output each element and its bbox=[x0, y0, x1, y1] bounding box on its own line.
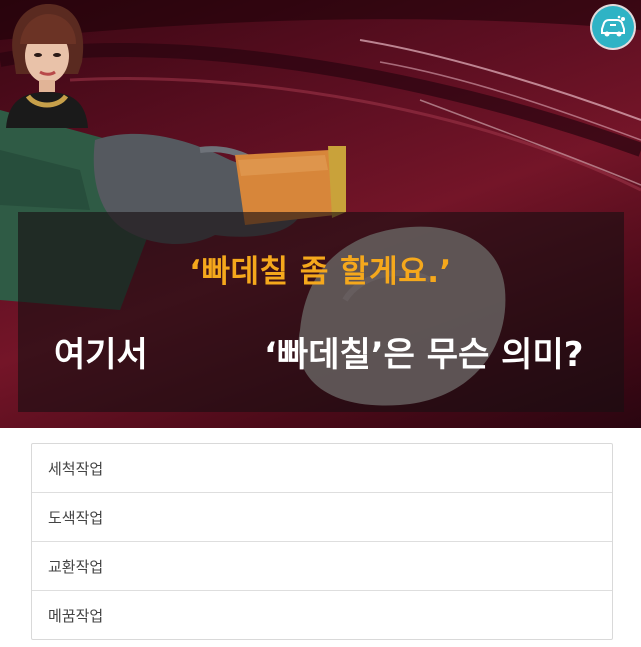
quiz-card: ‘빠데칠 좀 할게요.’ 여기서 ‘빠데칠’은 무슨 의미? 세척작업 도색작업… bbox=[0, 0, 641, 647]
answer-options: 세척작업 도색작업 교환작업 메꿈작업 bbox=[31, 443, 613, 640]
quiz-question-left: 여기서 bbox=[54, 335, 148, 375]
quiz-quote: ‘빠데칠 좀 할게요.’ bbox=[189, 254, 452, 290]
caption-band bbox=[18, 212, 624, 412]
answer-option-label: 세척작업 bbox=[48, 459, 104, 478]
quiz-question-right: ‘빠데칠’은 무슨 의미? bbox=[264, 335, 584, 375]
answer-option-label: 도색작업 bbox=[48, 508, 104, 527]
answer-option-2[interactable]: 도색작업 bbox=[32, 492, 612, 541]
answer-option-label: 교환작업 bbox=[48, 557, 104, 576]
answer-option-label: 메꿈작업 bbox=[48, 606, 104, 625]
host-avatar bbox=[6, 4, 88, 128]
quiz-hero-image: ‘빠데칠 좀 할게요.’ 여기서 ‘빠데칠’은 무슨 의미? bbox=[0, 0, 641, 428]
answer-option-1[interactable]: 세척작업 bbox=[32, 444, 612, 492]
car-wash-glyph bbox=[601, 15, 625, 37]
answer-option-4[interactable]: 메꿈작업 bbox=[32, 590, 612, 639]
answer-option-3[interactable]: 교환작업 bbox=[32, 541, 612, 590]
car-wash-icon bbox=[592, 6, 634, 48]
